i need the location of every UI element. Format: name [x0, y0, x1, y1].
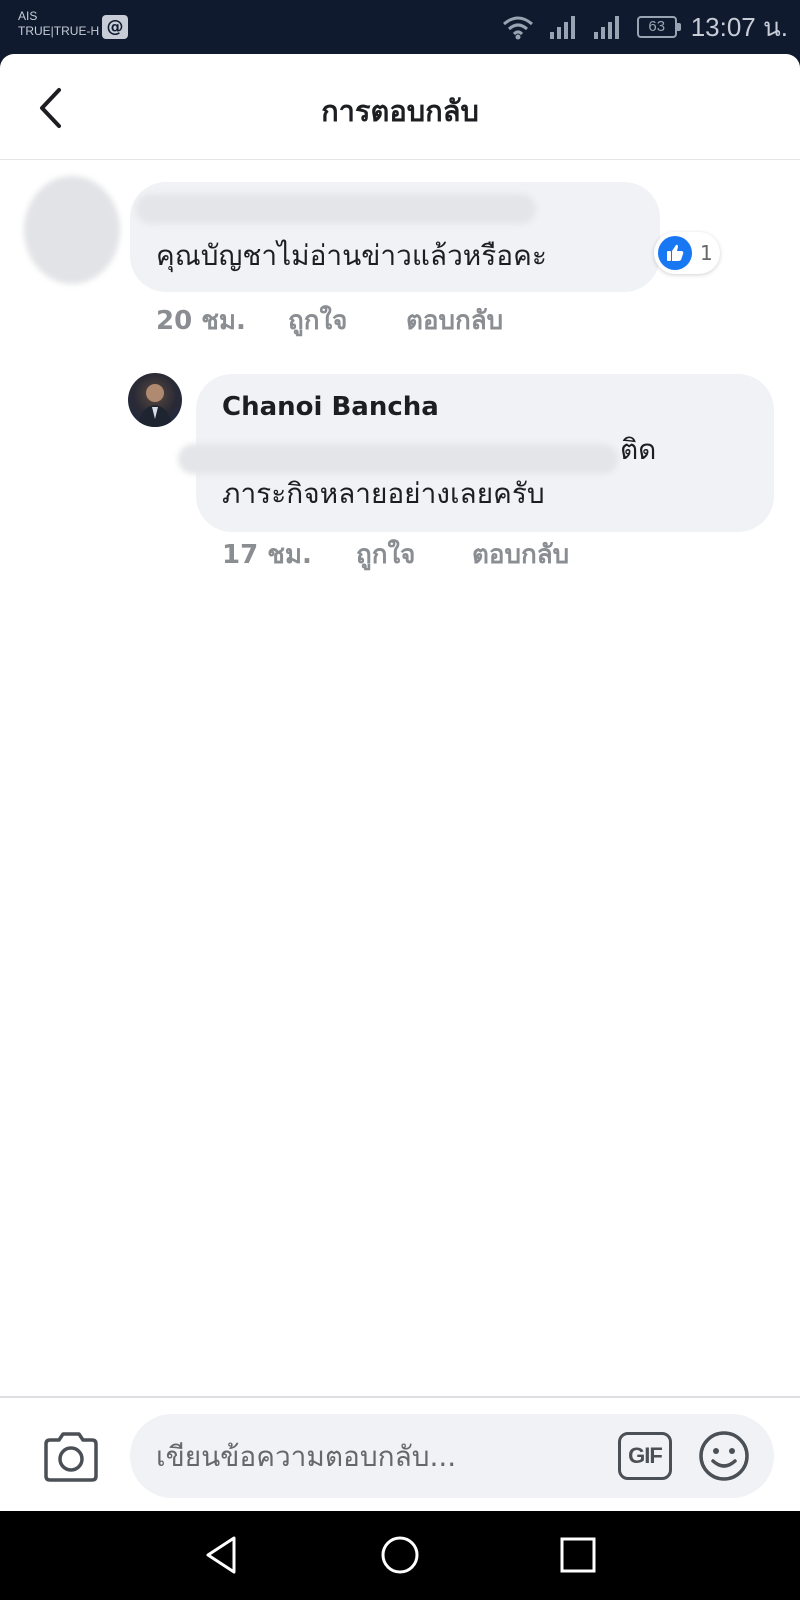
gif-button[interactable]: GIF [618, 1432, 672, 1480]
like-reaction-icon [658, 236, 692, 270]
reply-actions: 17 ชม. ถูกใจ ตอบกลับ [222, 534, 569, 575]
avatar-redacted[interactable] [24, 176, 120, 284]
reply-text-line-2: ภาระกิจหลายอย่างเลยครับ [222, 477, 545, 510]
comment-time: 20 ชม. [156, 306, 246, 336]
thumbs-up-icon [667, 244, 684, 261]
camera-button[interactable] [42, 1432, 100, 1482]
text-redacted [178, 444, 618, 474]
comment-text: คุณบัญชาไม่อ่านข่าวแล้วหรือคะ [156, 239, 547, 272]
page-title: การตอบกลับ [321, 94, 479, 128]
signal-icon-2 [593, 16, 619, 39]
avatar[interactable] [128, 373, 182, 427]
carrier-label: AIS TRUE|TRUE-H [18, 9, 99, 39]
smiley-icon [699, 1431, 749, 1481]
navigation-bar [0, 1511, 800, 1600]
reply-input-container: GIF [130, 1414, 774, 1498]
carrier-line-1: AIS [18, 9, 38, 23]
like-button[interactable]: ถูกใจ [288, 300, 406, 341]
triangle-back-icon [206, 1536, 236, 1574]
carrier-line-2: TRUE|TRUE-H [18, 24, 100, 38]
reply-button[interactable]: ตอบกลับ [406, 300, 503, 341]
reply-input[interactable] [156, 1428, 586, 1484]
battery-icon: 63 [636, 16, 681, 38]
like-count: 1 [700, 241, 713, 265]
circle-home-icon [381, 1536, 419, 1574]
wifi-icon [502, 16, 533, 40]
status-indicators: 63 13:07 น. [501, 10, 788, 44]
status-bar: AIS TRUE|TRUE-H @ 63 13:07 น. [0, 0, 800, 54]
like-button[interactable]: ถูกใจ [356, 534, 472, 575]
replies-screen: การตอบกลับ คุณบัญชาไม่อ่านข่าวแล้วหรือคะ… [0, 54, 800, 1511]
comment-actions: 20 ชม. ถูกใจ ตอบกลับ [156, 300, 503, 341]
emoji-button[interactable] [698, 1430, 750, 1482]
at-badge-icon: @ [102, 15, 128, 39]
author-name: Chanoi Bancha [222, 392, 439, 422]
reply-text-line-1: ติด [620, 433, 657, 466]
person-photo-icon [138, 384, 172, 427]
reply-bubble[interactable]: Chanoi Bancha ติด ภาระกิจหลายอย่างเลยครั… [178, 374, 774, 532]
reply-time: 17 ชม. [222, 540, 312, 570]
square-recents-icon [560, 1537, 596, 1573]
reaction-count-badge[interactable]: 1 [654, 232, 720, 274]
reply-composer: GIF [0, 1396, 800, 1511]
camera-icon [44, 1432, 98, 1482]
nav-recents-button[interactable] [556, 1533, 600, 1577]
reply-button[interactable]: ตอบกลับ [472, 534, 569, 575]
signal-icon [549, 16, 575, 39]
author-name-redacted [136, 194, 536, 224]
clock: 13:07 น. [690, 11, 788, 42]
header: การตอบกลับ [0, 54, 800, 160]
nav-back-button[interactable] [200, 1533, 244, 1577]
comment-bubble[interactable]: คุณบัญชาไม่อ่านข่าวแล้วหรือคะ [130, 182, 660, 292]
nav-home-button[interactable] [378, 1533, 422, 1577]
